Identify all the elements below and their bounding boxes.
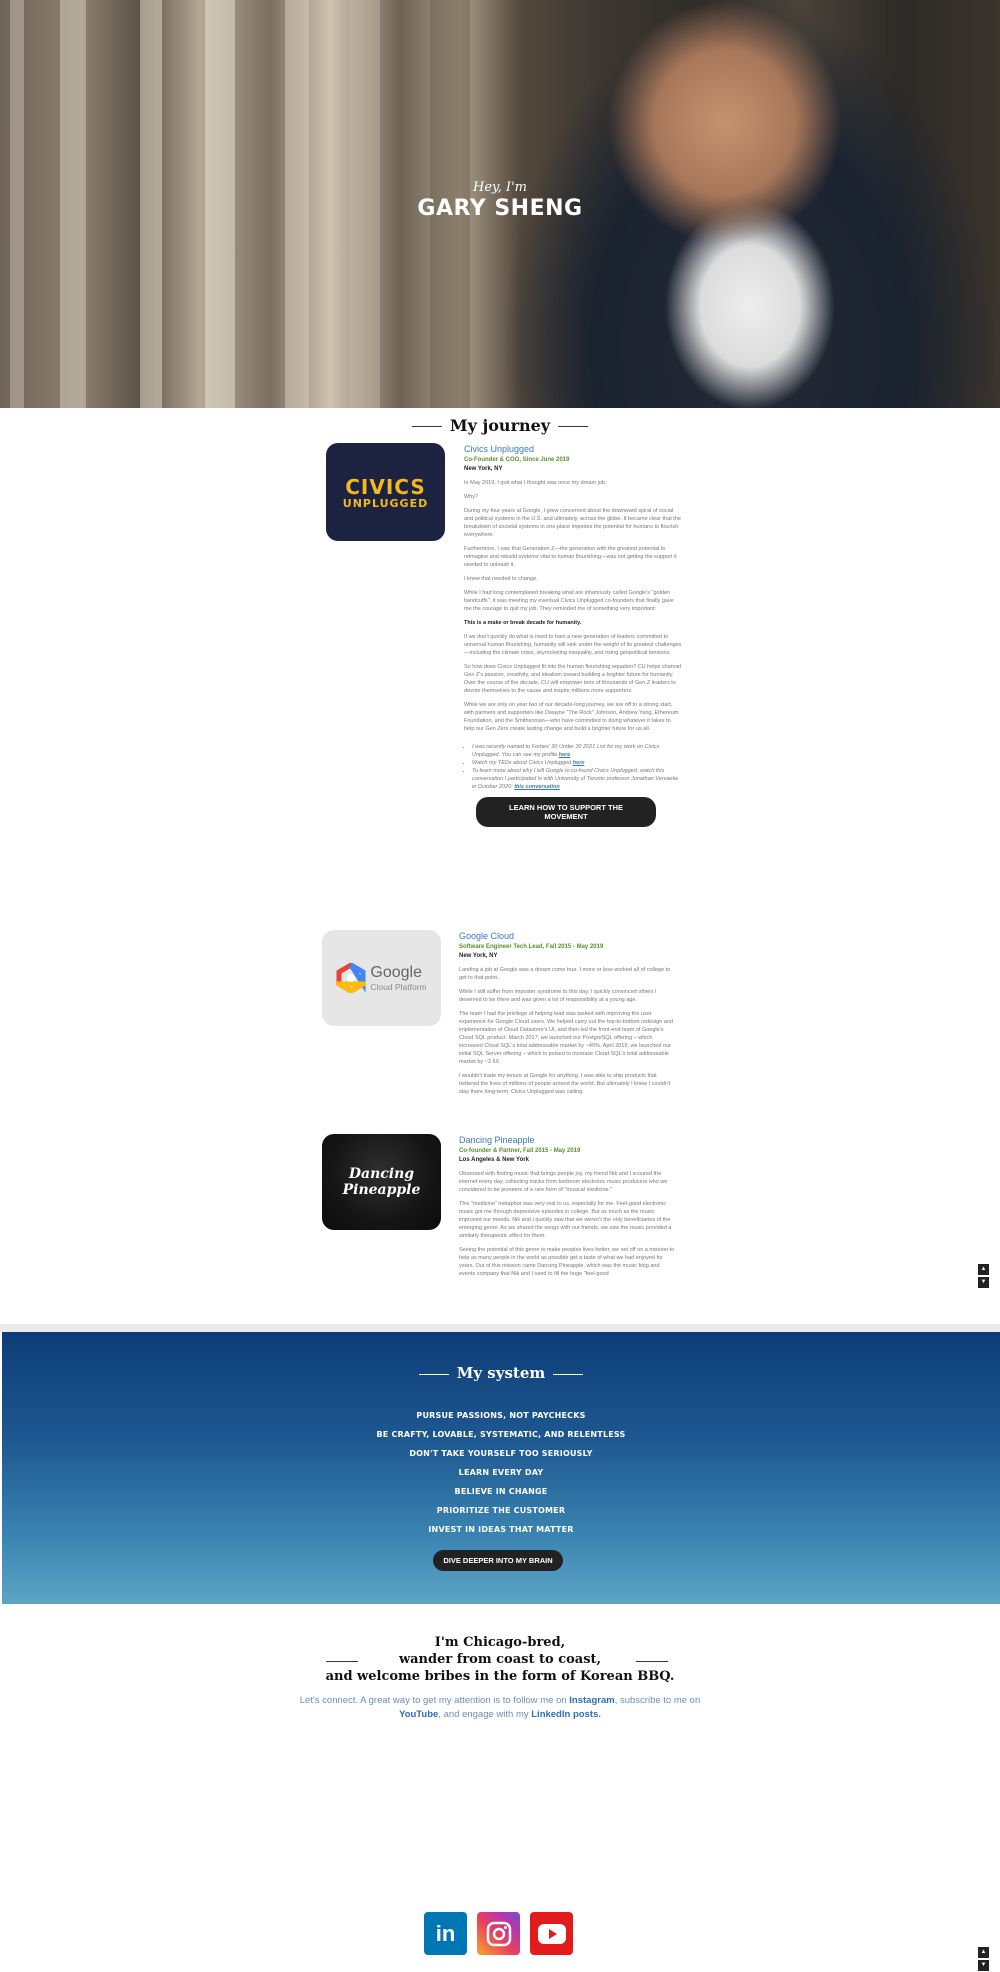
connect-text: Let's connect. A great way to get my att… <box>0 1694 1000 1722</box>
linkedin-icon[interactable]: in <box>424 1912 467 1955</box>
entry-paragraph: This is a make or break decade for human… <box>464 620 582 626</box>
instagram-link[interactable]: Instagram <box>569 1695 614 1706</box>
civics-unplugged-logo: CIVICS UNPLUGGED <box>326 443 445 541</box>
support-movement-button[interactable]: LEARN HOW TO SUPPORT THE MOVEMENT <box>476 797 656 827</box>
entry-paragraph: This "medicine" metaphor was very real t… <box>459 1201 672 1239</box>
entry-location: Los Angeles & New York <box>459 1157 529 1163</box>
entry-paragraph: While I had long contemplated breaking w… <box>464 590 674 612</box>
connect-text-part: , subscribe to me on <box>614 1695 701 1706</box>
bullet-item: Watch my TEDx about Civics Unplugged her… <box>472 759 682 767</box>
scroll-arrows: ▲ ▼ <box>978 1264 989 1290</box>
system-section: My system PURSUE PASSIONS, NOT PAYCHECKS… <box>2 1332 1000 1604</box>
logo-text: Cloud Platform <box>370 982 427 992</box>
bullet-text: Watch my TEDx about Civics Unplugged <box>472 760 573 766</box>
chicago-intro: I'm Chicago-bred, wander from coast to c… <box>0 1634 1000 1685</box>
principle-item: LEARN EVERY DAY <box>458 1468 544 1477</box>
connect-text-part: Let's connect. A great way to get my att… <box>299 1695 570 1706</box>
youtube-glyph-icon <box>537 1923 566 1944</box>
logo-text: CIVICS <box>345 474 426 499</box>
logo-text: Pineapple <box>342 1182 421 1198</box>
section-divider <box>0 1324 1000 1332</box>
entry-title[interactable]: Google Cloud <box>459 931 677 941</box>
title-rule <box>326 1661 358 1662</box>
entry-role: Co-founder & Partner, Fall 2015 - May 20… <box>459 1148 581 1154</box>
title-rule <box>636 1661 668 1662</box>
instagram-icon[interactable] <box>477 1912 520 1955</box>
social-icons: in <box>424 1912 583 1955</box>
entry-paragraph: In May 2019, I quit what I thought was o… <box>464 480 607 486</box>
bullet-item: I was recently named to Forbes' 30 Under… <box>472 743 682 759</box>
entry-title[interactable]: Dancing Pineapple <box>459 1135 677 1145</box>
entry-paragraph: If we don't quickly do what is need to t… <box>464 634 682 656</box>
entry-paragraph: So how does Civics Unplugged fit into th… <box>464 664 682 694</box>
entry-paragraph: While we are only on year two of our dec… <box>464 702 679 732</box>
hero-greeting: Hey, I'm <box>473 180 527 195</box>
scroll-up-button[interactable]: ▲ <box>978 1264 989 1275</box>
bullet-text: To learn more about why I left Google to… <box>472 768 679 790</box>
title-rule <box>418 1373 449 1375</box>
tedx-link[interactable]: here <box>573 760 585 766</box>
entry-paragraph: Landing a job at Google was a dream come… <box>459 967 671 981</box>
journey-title: My journey <box>0 416 1000 435</box>
principle-item: BE CRAFTY, LOVABLE, SYSTEMATIC, AND RELE… <box>376 1430 626 1439</box>
instagram-glyph-icon <box>486 1921 511 1946</box>
logo-text: Dancing <box>348 1166 415 1182</box>
system-title-text: My system <box>456 1364 546 1382</box>
forbes-profile-link[interactable]: here <box>559 752 571 758</box>
system-title: My system <box>2 1364 1000 1382</box>
title-rule <box>411 426 442 427</box>
journey-title-text: My journey <box>449 416 551 435</box>
bullet-item: To learn more about why I left Google to… <box>472 767 682 791</box>
intro-line: I'm Chicago-bred, <box>434 1635 566 1650</box>
dive-deeper-button[interactable]: DIVE DEEPER INTO MY BRAIN <box>433 1550 563 1571</box>
gcp-hexagon-icon <box>336 963 367 993</box>
google-cloud-logo: Google Cloud Platform <box>322 930 441 1026</box>
dancing-pineapple-logo: Dancing Pineapple <box>322 1134 441 1230</box>
linkedin-link[interactable]: LinkedIn posts. <box>531 1709 601 1720</box>
conversation-link[interactable]: this conversation <box>514 784 560 790</box>
entry-paragraph: Obsessed with finding music that brings … <box>459 1171 668 1193</box>
entry-location: New York, NY <box>459 953 498 959</box>
entry-paragraph: While I still suffer from imposter syndr… <box>459 989 657 1003</box>
scroll-up-button[interactable]: ▲ <box>978 1947 989 1958</box>
entry-role: Software Engineer Tech Lead, Fall 2015 -… <box>459 944 604 950</box>
logo-text: Google <box>370 964 422 981</box>
connect-text-part: , and engage with my <box>438 1709 532 1720</box>
intro-line: and welcome bribes in the form of Korean… <box>325 1669 675 1684</box>
logo-text: UNPLUGGED <box>342 496 429 510</box>
entry-paragraph: During my four years at Google, I grew c… <box>464 508 681 538</box>
system-principles: PURSUE PASSIONS, NOT PAYCHECKS BE CRAFTY… <box>2 1406 1000 1539</box>
entry-bullets: I was recently named to Forbes' 30 Under… <box>472 743 682 791</box>
entry-paragraph: Furthermore, I saw that Generation Z—the… <box>464 546 677 568</box>
principle-item: PURSUE PASSIONS, NOT PAYCHECKS <box>416 1411 586 1420</box>
principle-item: PRIORITIZE THE CUSTOMER <box>436 1506 566 1515</box>
entry-role: Co-Founder & COO, Since June 2019 <box>464 457 570 463</box>
entry-title[interactable]: Civics Unplugged <box>464 444 682 454</box>
principle-item: BELIEVE IN CHANGE <box>454 1487 548 1496</box>
principle-item: INVEST IN IDEAS THAT MATTER <box>428 1525 574 1534</box>
entry-paragraph: Seeing the potential of this genre to ma… <box>459 1247 675 1277</box>
entry-paragraph: The team I had the privilege of helping … <box>459 1011 673 1065</box>
title-rule <box>558 426 589 427</box>
entry-location: New York, NY <box>464 466 503 472</box>
intro-line: wander from coast to coast, <box>398 1652 602 1667</box>
youtube-link[interactable]: YouTube <box>399 1709 438 1720</box>
youtube-icon[interactable] <box>530 1912 573 1955</box>
scroll-down-button[interactable]: ▼ <box>978 1277 989 1288</box>
entry-paragraph: Why? <box>464 494 479 500</box>
principle-item: DON'T TAKE YOURSELF TOO SERIOUSLY <box>409 1449 593 1458</box>
hero-name: GARY SHENG <box>417 196 583 221</box>
hero-banner: Hey, I'm GARY SHENG <box>0 0 1000 408</box>
scroll-arrows-bottom: ▲ ▼ <box>978 1947 989 1972</box>
scroll-down-button[interactable]: ▼ <box>978 1960 989 1971</box>
entry-paragraph: I wouldn't trade my tenure at Google for… <box>459 1073 671 1095</box>
title-rule <box>553 1373 584 1375</box>
entry-paragraph: I knew that needed to change. <box>464 576 538 582</box>
